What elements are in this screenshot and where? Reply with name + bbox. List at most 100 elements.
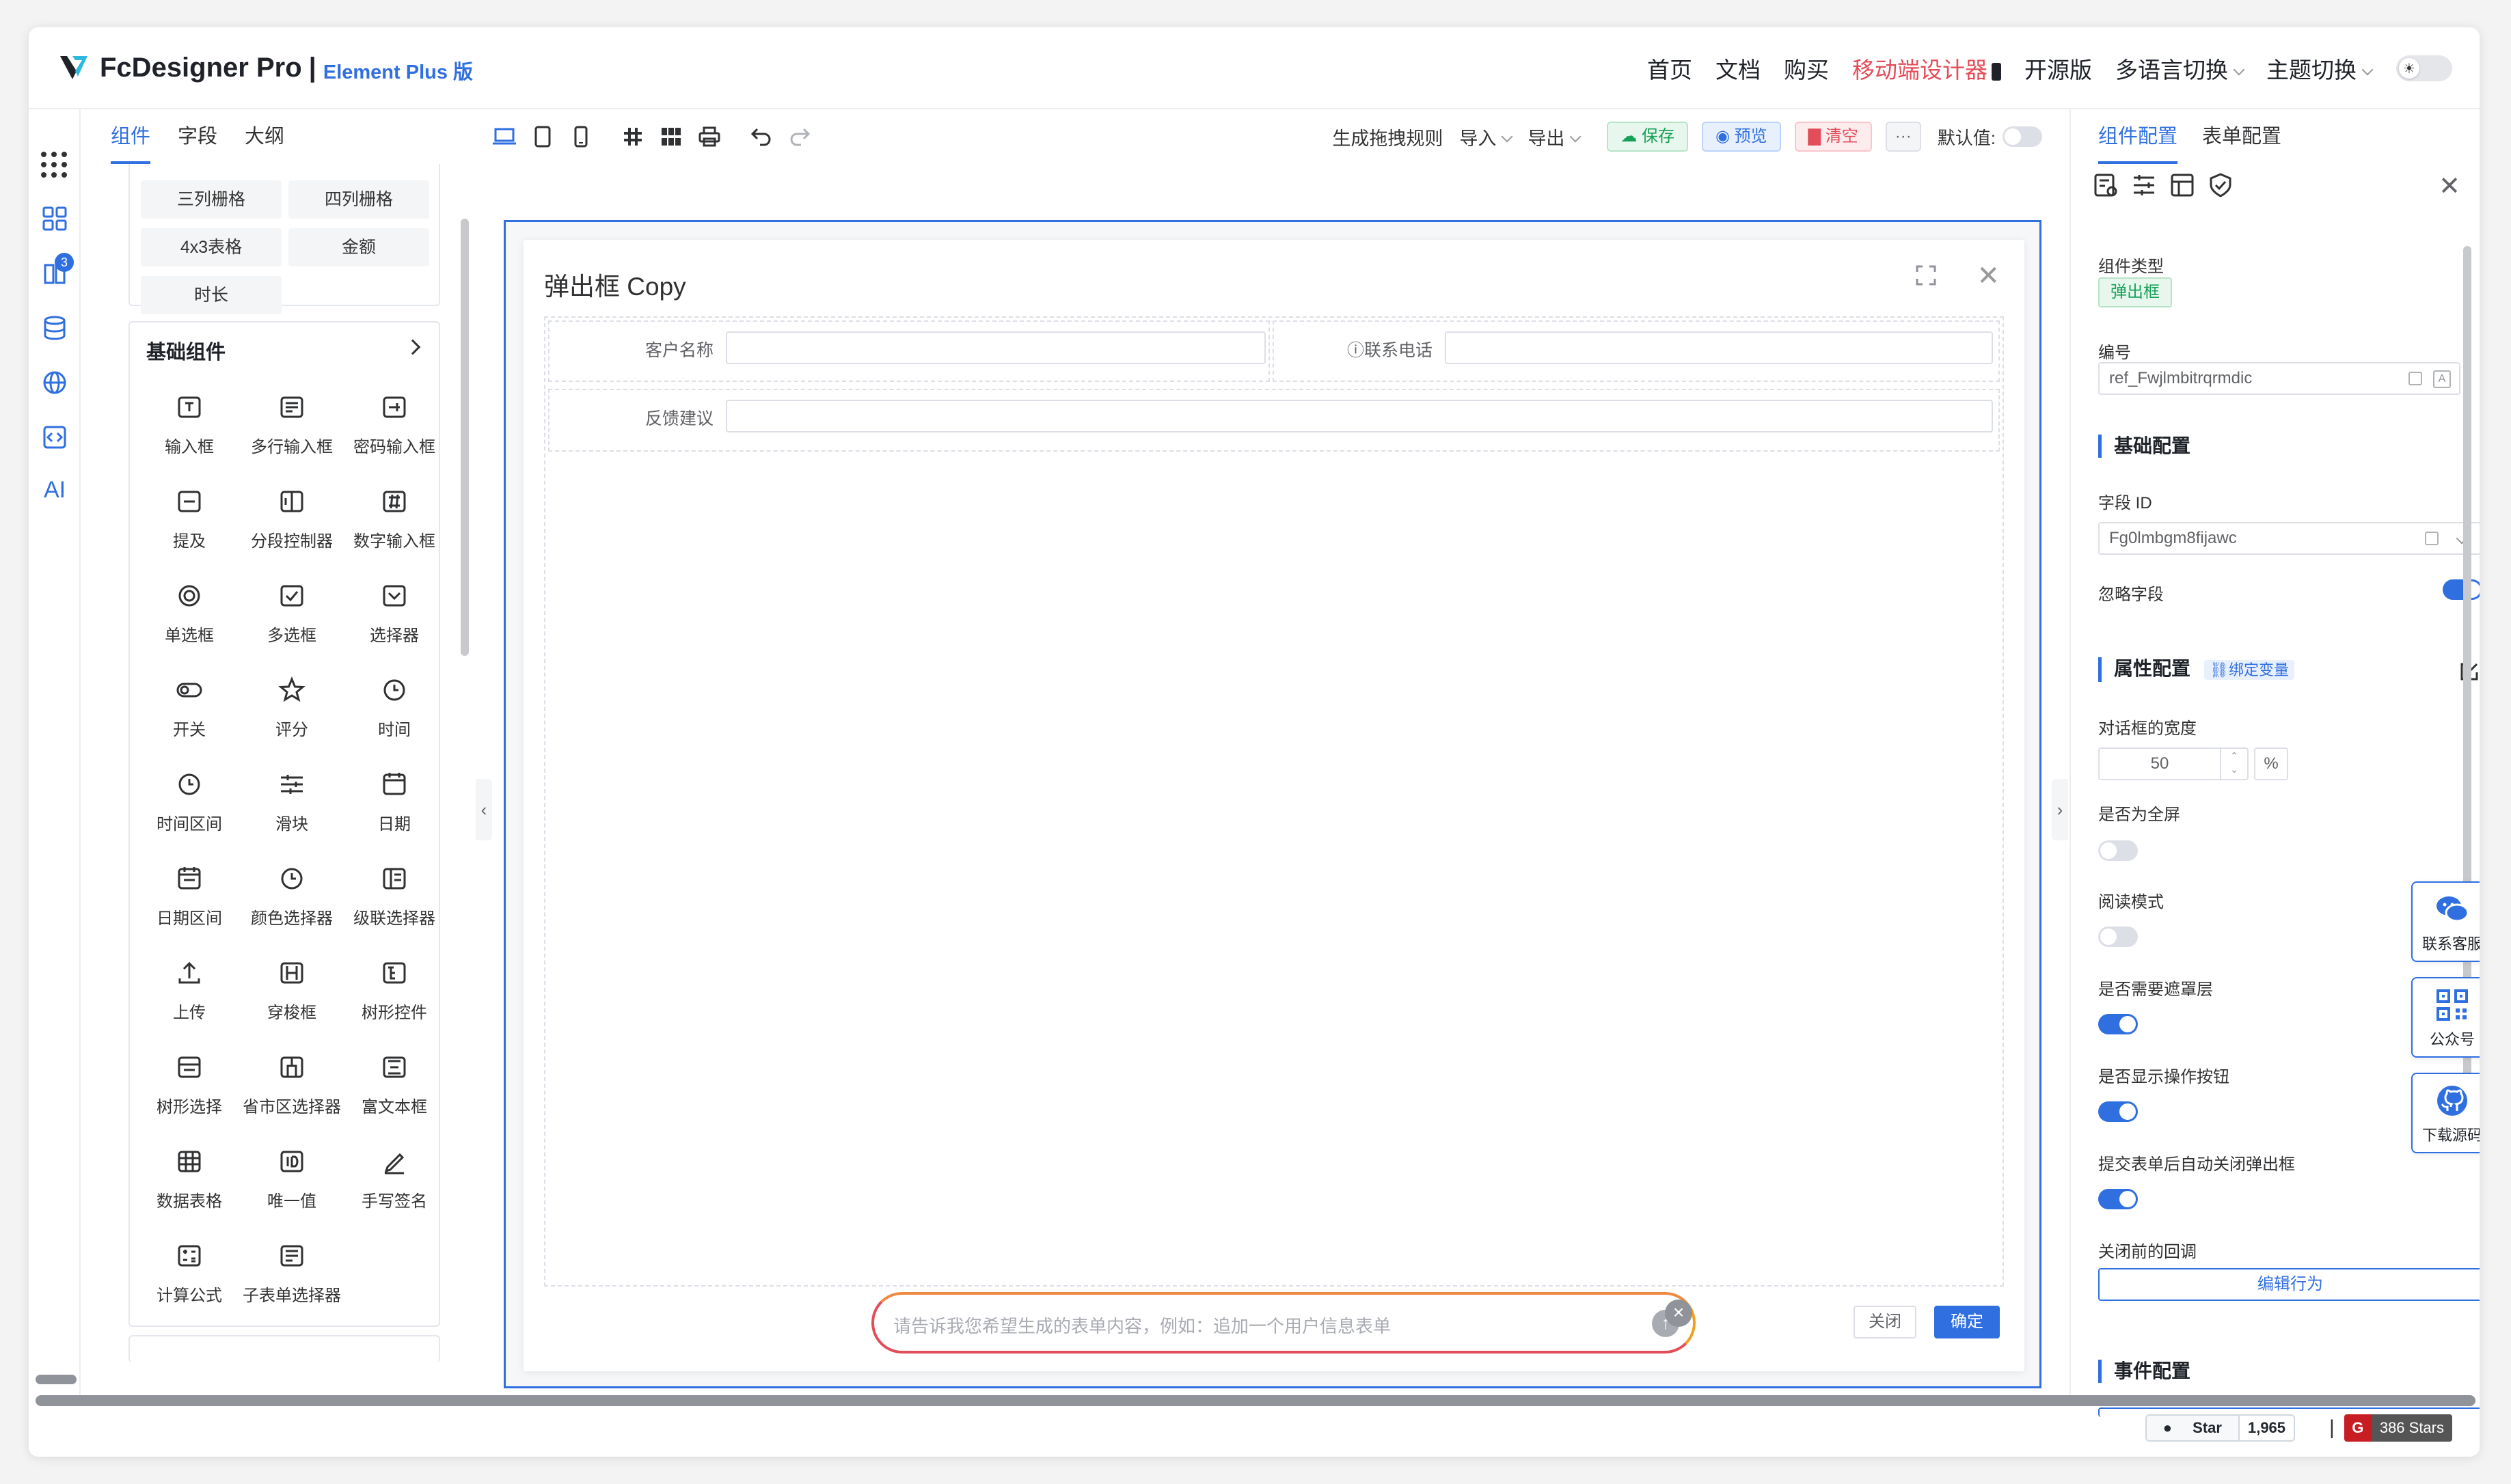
logo[interactable]: FcDesigner Pro | Element Plus 版 xyxy=(57,51,473,85)
ai-close-icon[interactable]: × xyxy=(1665,1300,1692,1327)
dialog-width-input[interactable]: 50 ⌃ ⌄ xyxy=(2098,747,2249,780)
close-icon[interactable]: ✕ xyxy=(1977,260,2000,292)
tab-form-config[interactable]: 表单配置 xyxy=(2202,109,2281,164)
export-menu[interactable]: 导出 xyxy=(1528,124,1582,150)
undo-icon[interactable] xyxy=(748,123,775,150)
component-upload[interactable]: 上传 xyxy=(138,948,241,1030)
fullscreen-icon[interactable] xyxy=(1915,264,1937,286)
theme-toggle[interactable]: ☀ xyxy=(2396,55,2452,81)
nav-docs[interactable]: 文档 xyxy=(1715,52,1761,85)
more-button[interactable]: ··· xyxy=(1885,122,1921,152)
component-date[interactable]: 日期 xyxy=(343,760,446,842)
chip-amount[interactable]: 金额 xyxy=(288,228,429,266)
component-formula[interactable]: 计算公式 xyxy=(138,1231,241,1313)
component-subform-select[interactable]: 子表单选择器 xyxy=(241,1231,343,1313)
left-horizontal-scrollbar[interactable] xyxy=(36,1375,77,1384)
fullscreen-switch[interactable] xyxy=(2098,840,2138,861)
form-drop-area[interactable]: 客户名称 ⓘ联系电话 反馈建议 xyxy=(544,316,2004,1287)
desktop-view-icon[interactable] xyxy=(491,123,518,150)
edit-behavior-button[interactable]: 编辑行为 xyxy=(2098,1268,2480,1301)
auto-close-switch[interactable] xyxy=(2098,1189,2138,1209)
left-panel-scrollbar[interactable] xyxy=(461,219,469,656)
book-icon[interactable]: 3 xyxy=(41,253,74,287)
generate-rules-link[interactable]: 生成拖拽规则 xyxy=(1332,124,1443,150)
component-cascader[interactable]: 级联选择器 xyxy=(343,854,446,936)
nav-home[interactable]: 首页 xyxy=(1647,52,1692,85)
feedback-input[interactable] xyxy=(726,400,1993,432)
tab-components[interactable]: 组件 xyxy=(111,109,151,164)
component-password-input[interactable]: 密码输入框 xyxy=(343,383,446,465)
copy-icon[interactable] xyxy=(2408,372,2422,385)
text-format-icon[interactable]: A xyxy=(2433,370,2451,388)
component-region-select[interactable]: 省市区选择器 xyxy=(241,1043,343,1125)
chip-4x3-table[interactable]: 4x3表格 xyxy=(141,228,282,266)
nav-buy[interactable]: 购买 xyxy=(1784,52,1829,85)
tab-component-config[interactable]: 组件配置 xyxy=(2098,109,2178,164)
components-icon[interactable] xyxy=(41,205,68,232)
form-item-contact-phone[interactable]: ⓘ联系电话 xyxy=(1273,320,2000,382)
database-icon[interactable] xyxy=(41,314,68,342)
chevron-right-icon[interactable] xyxy=(405,339,421,355)
component-mention[interactable]: 提及 xyxy=(138,477,241,559)
component-data-table[interactable]: 数据表格 xyxy=(138,1137,241,1219)
component-transfer[interactable]: 穿梭框 xyxy=(241,948,343,1030)
form-item-customer-name[interactable]: 客户名称 xyxy=(548,320,1270,382)
dialog-cancel-button[interactable]: 关闭 xyxy=(1854,1306,1916,1338)
gitee-star-badge[interactable]: G 386 Stars xyxy=(2344,1414,2452,1442)
import-menu[interactable]: 导入 xyxy=(1459,124,1513,150)
component-switch[interactable]: 开关 xyxy=(138,665,241,747)
stepper-arrows[interactable]: ⌃ ⌄ xyxy=(2220,749,2247,779)
collapse-left-button[interactable]: ‹ xyxy=(476,779,492,840)
tab-fields[interactable]: 字段 xyxy=(178,109,217,164)
component-segmented-control[interactable]: 分段控制器 xyxy=(241,477,343,559)
default-value-switch[interactable] xyxy=(2003,126,2042,147)
component-tree[interactable]: 树形控件 xyxy=(343,948,446,1030)
nav-mobile-designer[interactable]: 移动端设计器 xyxy=(1852,52,2001,85)
component-radio[interactable]: 单选框 xyxy=(138,571,241,653)
show-buttons-switch[interactable] xyxy=(2098,1101,2138,1122)
bind-variable-tag[interactable]: ⛓绑定变量 xyxy=(2204,660,2294,680)
print-icon[interactable] xyxy=(696,123,723,150)
tab-outline[interactable]: 大纲 xyxy=(245,109,284,164)
chip-three-column-grid[interactable]: 三列栅格 xyxy=(141,180,282,219)
component-number-input[interactable]: 数字输入框 xyxy=(343,477,446,559)
mobile-view-icon[interactable] xyxy=(567,123,595,150)
nav-language[interactable]: 多语言切换 xyxy=(2115,52,2245,85)
ignore-field-switch[interactable] xyxy=(2443,579,2480,600)
layout-blocks-icon[interactable] xyxy=(657,123,685,150)
component-input-box[interactable]: 输入框 xyxy=(138,383,241,465)
component-color-picker[interactable]: 颜色选择器 xyxy=(241,854,343,936)
customer-name-input[interactable] xyxy=(726,331,1266,364)
preview-button[interactable]: ◉ 预览 xyxy=(1702,122,1781,152)
dialog-confirm-button[interactable]: 确定 xyxy=(1934,1306,2000,1338)
field-id-input[interactable]: Fg0lmbgm8fijawc xyxy=(2098,522,2480,555)
chip-four-column-grid[interactable]: 四列栅格 xyxy=(288,180,429,219)
props-icon[interactable] xyxy=(2093,172,2119,198)
horizontal-scrollbar[interactable] xyxy=(36,1395,2475,1406)
component-signature[interactable]: 手写签名 xyxy=(343,1137,446,1219)
ai-prompt-box[interactable]: 请告诉我您希望生成的表单内容，例如：追加一个用户信息表单 ↑ xyxy=(871,1292,1696,1354)
ref-input[interactable]: ref_Fwjlmbitrqrmdic A xyxy=(2098,362,2460,395)
component-date-range[interactable]: 日期区间 xyxy=(138,854,241,936)
contact-phone-input[interactable] xyxy=(1445,331,1993,364)
save-button[interactable]: ☁ 保存 xyxy=(1607,122,1689,152)
collapse-right-button[interactable]: › xyxy=(2052,779,2068,840)
component-checkbox[interactable]: 多选框 xyxy=(241,571,343,653)
redo-icon[interactable] xyxy=(786,123,813,150)
component-unique-id[interactable]: 唯一值 xyxy=(241,1137,343,1219)
readonly-switch[interactable] xyxy=(2098,926,2138,947)
component-rich-text[interactable]: 富文本框 xyxy=(343,1043,446,1125)
component-rate[interactable]: 评分 xyxy=(241,665,343,747)
globe-icon[interactable] xyxy=(41,369,68,396)
download-source-button[interactable]: 下载源码 xyxy=(2411,1073,2480,1153)
tablet-view-icon[interactable] xyxy=(529,123,556,150)
clear-button[interactable]: ▇ 清空 xyxy=(1794,122,1872,152)
copy-icon[interactable] xyxy=(2425,532,2439,545)
contact-service-button[interactable]: 联系客服 xyxy=(2411,881,2480,962)
component-tree-select[interactable]: 树形选择 xyxy=(138,1043,241,1125)
official-account-button[interactable]: 公众号 xyxy=(2411,977,2480,1058)
apps-grid-icon[interactable] xyxy=(40,150,68,179)
close-icon[interactable]: ✕ xyxy=(2439,171,2460,202)
code-icon[interactable] xyxy=(41,424,68,451)
chip-duration[interactable]: 时长 xyxy=(141,276,282,314)
